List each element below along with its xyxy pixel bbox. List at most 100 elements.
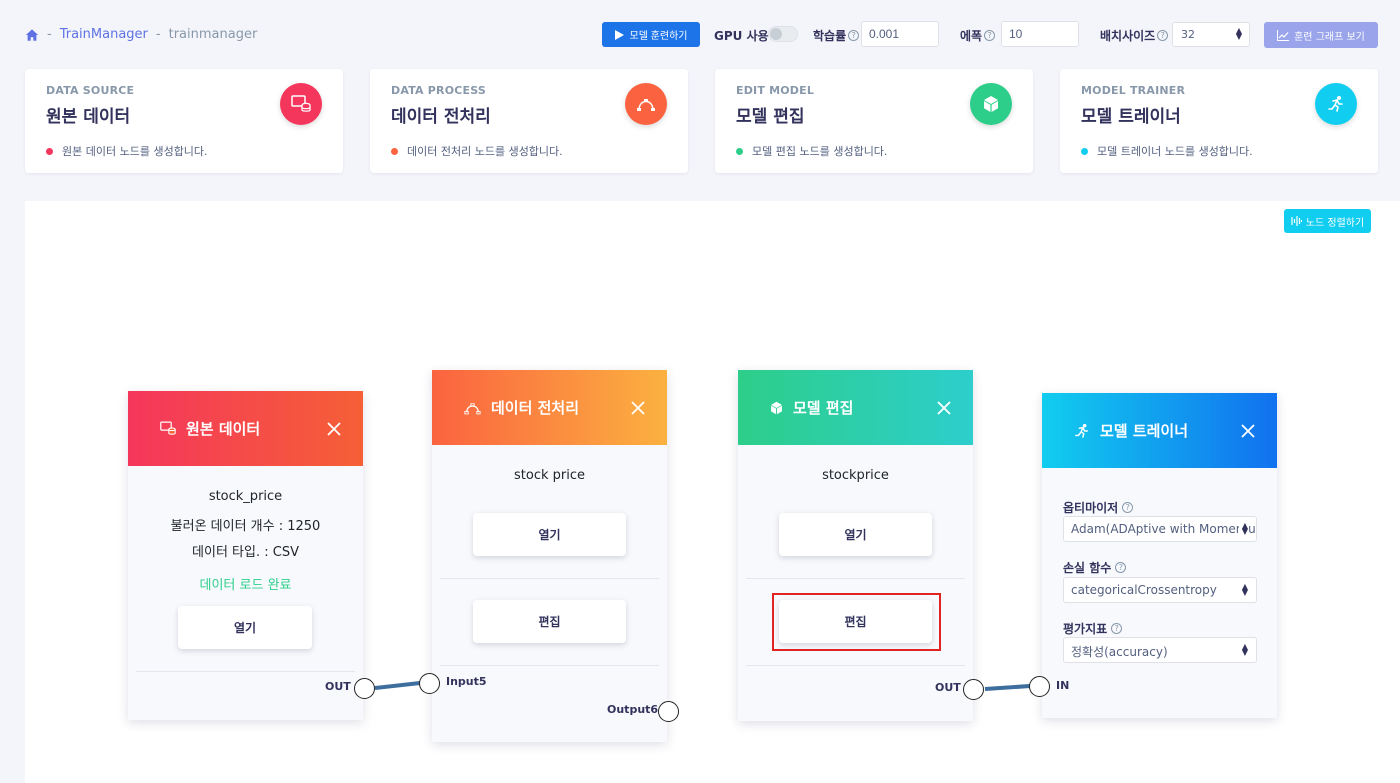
batch-size-value: 32 — [1181, 28, 1195, 41]
breadcrumb-separator: - — [47, 27, 52, 42]
category-card-data-process[interactable]: DATA PROCESS 데이터 전처리 데이터 전처리 노드를 생성합니다. — [370, 69, 688, 173]
learning-rate-label: 학습률? — [813, 27, 860, 44]
divider — [440, 578, 659, 579]
gpu-toggle[interactable] — [768, 26, 798, 42]
metric-select[interactable]: 정확성(accuracy) ▲ ▼ — [1063, 637, 1257, 663]
learning-rate-input[interactable] — [861, 21, 939, 47]
open-button[interactable]: 열기 — [779, 513, 932, 556]
select-arrows-icon: ▲ ▼ — [1241, 642, 1248, 657]
node-title: 모델 편집 — [793, 399, 854, 417]
epoch-input[interactable] — [1001, 21, 1079, 47]
database-monitor-icon — [160, 421, 176, 435]
node-header[interactable]: 모델 편집 — [738, 370, 973, 445]
database-monitor-icon — [280, 83, 322, 125]
node-data-source[interactable]: 원본 데이터 stock_price 불러온 데이터 개수 : 1250 데이터… — [128, 391, 363, 720]
category-title-ko: 원본 데이터 — [46, 107, 131, 127]
help-icon[interactable]: ? — [984, 30, 996, 41]
optimizer-label: 옵티마이저? — [1063, 499, 1134, 516]
optimizer-value: Adam(ADAptive with Momentum) — [1071, 522, 1257, 536]
align-icon — [1291, 216, 1302, 226]
port-label-input: Input5 — [446, 675, 487, 688]
data-name-text: stockprice — [822, 468, 889, 483]
node-data-process[interactable]: 데이터 전처리 stock price 열기 편집 Input5 Output6 — [432, 370, 667, 742]
close-icon[interactable] — [327, 421, 341, 436]
category-title-en: MODEL TRAINER — [1081, 84, 1186, 97]
output-port[interactable] — [354, 678, 375, 699]
node-title: 데이터 전처리 — [491, 399, 580, 417]
metric-label: 평가지표? — [1063, 620, 1123, 637]
highlight-box — [772, 593, 941, 651]
training-graph-button[interactable]: 훈련 그래프 보기 — [1264, 22, 1378, 48]
close-icon[interactable] — [631, 400, 645, 415]
node-title: 모델 트레이너 — [1100, 422, 1189, 440]
data-type-text: 데이터 타입. : CSV — [192, 545, 299, 560]
help-icon[interactable]: ? — [1115, 562, 1127, 573]
batch-size-label: 배치사이즈? — [1100, 27, 1169, 44]
category-card-model-trainer[interactable]: MODEL TRAINER 모델 트레이너 모델 트레이너 노드를 생성합니다. — [1060, 69, 1378, 173]
input-port[interactable] — [1029, 676, 1050, 697]
node-header[interactable]: 데이터 전처리 — [432, 370, 667, 445]
close-icon[interactable] — [937, 400, 951, 415]
node-header[interactable]: 모델 트레이너 — [1042, 393, 1277, 468]
batch-size-select[interactable]: 32 ▲ ▼ — [1172, 22, 1250, 47]
status-text: 데이터 로드 완료 — [199, 578, 292, 593]
breadcrumb: - TrainManager - trainmanager — [25, 27, 257, 42]
help-icon[interactable]: ? — [848, 30, 860, 41]
train-model-label: 모델 훈련하기 — [629, 31, 688, 42]
help-icon[interactable]: ? — [1122, 502, 1134, 513]
category-title-en: EDIT MODEL — [736, 84, 815, 97]
help-icon[interactable]: ? — [1157, 30, 1169, 41]
divider — [440, 665, 659, 666]
node-title: 원본 데이터 — [186, 420, 261, 438]
select-arrows-icon: ▲ ▼ — [1238, 522, 1248, 536]
node-model-trainer[interactable]: 모델 트레이너 옵티마이저? Adam(ADAptive with Moment… — [1042, 393, 1277, 718]
status-dot — [46, 147, 53, 155]
divider — [746, 578, 965, 579]
gpu-label: GPU 사용 — [714, 29, 769, 43]
status-dot — [1081, 147, 1088, 155]
open-button[interactable]: 열기 — [178, 606, 312, 649]
edit-button[interactable]: 편집 — [473, 600, 626, 643]
output-port[interactable] — [658, 701, 679, 722]
loss-function-select[interactable]: categoricalCrossentropy ▲ ▼ — [1063, 577, 1257, 603]
train-model-button[interactable]: 모델 훈련하기 — [602, 22, 700, 47]
output-port[interactable] — [963, 679, 984, 700]
divider — [746, 665, 965, 666]
top-bar: - TrainManager - trainmanager 모델 훈련하기 GP… — [0, 0, 1400, 68]
category-title-ko: 데이터 전처리 — [391, 107, 491, 127]
breadcrumb-app-link[interactable]: TrainManager — [60, 27, 148, 42]
loss-function-label: 손실 함수? — [1063, 559, 1127, 576]
category-title-en: DATA SOURCE — [46, 84, 135, 97]
breadcrumb-project: trainmanager — [168, 27, 258, 42]
port-label-in: IN — [1056, 679, 1070, 692]
align-nodes-button[interactable]: 노드 정렬하기 — [1284, 209, 1371, 233]
close-icon[interactable] — [1241, 423, 1255, 438]
breadcrumb-separator: - — [155, 27, 161, 42]
home-icon[interactable] — [25, 28, 39, 42]
data-name-text: stock price — [514, 468, 585, 483]
bezier-curve-icon — [625, 83, 667, 125]
cube-icon — [771, 401, 782, 414]
toggle-knob — [770, 28, 782, 40]
category-card-edit-model[interactable]: EDIT MODEL 모델 편집 모델 편집 노드를 생성합니다. — [715, 69, 1033, 173]
port-label-output: Output6 — [607, 703, 659, 716]
category-description: 모델 편집 노드를 생성합니다. — [736, 143, 887, 159]
select-arrows-icon: ▲ ▼ — [1235, 26, 1242, 41]
running-person-icon — [1075, 423, 1089, 438]
node-header[interactable]: 원본 데이터 — [128, 391, 363, 466]
port-label-out: OUT — [325, 680, 351, 693]
input-port[interactable] — [419, 673, 440, 694]
node-edit-model[interactable]: 모델 편집 stockprice 열기 편집 OUT — [738, 370, 973, 721]
metric-value: 정확성(accuracy) — [1071, 645, 1168, 659]
training-graph-label: 훈련 그래프 보기 — [1294, 31, 1365, 43]
category-card-data-source[interactable]: DATA SOURCE 원본 데이터 원본 데이터 노드를 생성합니다. — [25, 69, 343, 173]
category-description: 데이터 전처리 노드를 생성합니다. — [391, 143, 563, 159]
chart-line-icon — [1277, 29, 1290, 41]
cube-icon — [970, 83, 1012, 125]
port-label-out: OUT — [935, 681, 961, 694]
epoch-label: 에폭? — [960, 27, 996, 44]
category-title-en: DATA PROCESS — [391, 84, 487, 97]
help-icon[interactable]: ? — [1111, 623, 1123, 634]
optimizer-select[interactable]: Adam(ADAptive with Momentum) ▲ ▼ — [1063, 516, 1257, 542]
open-button[interactable]: 열기 — [473, 513, 626, 556]
